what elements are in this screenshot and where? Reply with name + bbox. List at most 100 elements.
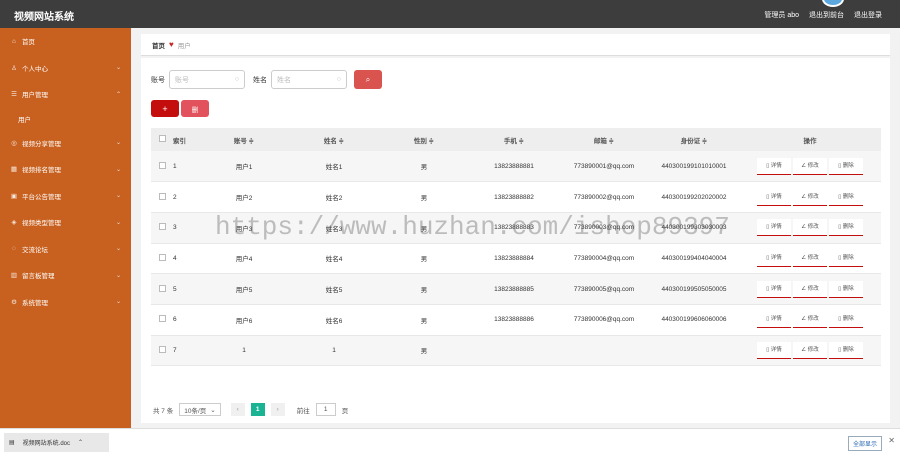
row-checkbox[interactable] <box>158 345 166 353</box>
download-bar: ▤ 视频网站系统.doc ⌃ 全部显示 ✕ <box>0 428 900 455</box>
edit-button[interactable]: ∠ 修改 <box>793 157 827 175</box>
col-phone[interactable]: 手机 ≑ <box>469 128 559 151</box>
sidebar-item-5[interactable]: ▦ 视频排名管理 ⌄ <box>0 156 131 183</box>
avatar[interactable] <box>822 0 844 7</box>
delete-button[interactable]: ▯ 删除 <box>829 157 863 175</box>
cell-name: 1 <box>289 335 379 367</box>
row-select-cell[interactable] <box>151 181 173 213</box>
cell-gender: 男 <box>379 151 469 183</box>
sidebar-item-9[interactable]: ▥ 留言板管理 ⌄ <box>0 262 131 289</box>
chevron-up-icon[interactable]: ⌃ <box>78 439 83 446</box>
sidebar-item-label: 个人中心 <box>22 65 48 73</box>
row-actions: ▯ 详情 ∠ 修改 ▯ 删除 <box>739 151 881 183</box>
edit-label: 修改 <box>807 346 819 353</box>
detail-button[interactable]: ▯ 详情 <box>757 280 791 298</box>
edit-button[interactable]: ∠ 修改 <box>793 188 827 206</box>
download-item[interactable]: ▤ 视频网站系统.doc ⌃ <box>4 433 109 452</box>
account-input[interactable]: 账号 ○ <box>169 70 245 89</box>
col-email[interactable]: 邮箱 ≑ <box>559 128 649 151</box>
sidebar-item-label: 视频类型管理 <box>22 220 61 228</box>
detail-label: 详情 <box>770 316 782 323</box>
row-checkbox[interactable] <box>158 315 166 323</box>
edit-button[interactable]: ∠ 修改 <box>793 280 827 298</box>
chevron-up-icon: ⌃ <box>115 91 121 98</box>
breadcrumb-home[interactable]: 首页 <box>152 40 165 50</box>
row-checkbox[interactable] <box>158 161 166 169</box>
table-row: 7 1 1 男 ▯ 详情 ∠ 修改 ▯ 删除 <box>151 335 881 367</box>
row-checkbox[interactable] <box>158 192 166 200</box>
sidebar-item-2[interactable]: ☰ 用户管理 ⌃ <box>0 81 131 108</box>
sidebar-item-label: 用户 <box>18 116 31 124</box>
row-select-cell[interactable] <box>151 304 173 336</box>
edit-button[interactable]: ∠ 修改 <box>793 219 827 237</box>
detail-button[interactable]: ▯ 详情 <box>757 219 791 237</box>
cell-name: 姓名1 <box>289 151 379 183</box>
breadcrumb: 首页 ♥ 用户 <box>141 34 890 56</box>
sidebar: ⌂ 首页 ♙ 个人中心 ⌄ ☰ 用户管理 ⌃ 用户 ◎ 视频分享管理 ⌄ ▦ 视频排名管理 ⌄ ▣ 平台公告管理… <box>0 28 131 428</box>
sidebar-item-6[interactable]: ▣ 平台公告管理 ⌄ <box>0 183 131 210</box>
select-all-cell[interactable] <box>151 128 173 151</box>
col-gender[interactable]: 性别 ≑ <box>379 128 469 151</box>
batch-delete-button[interactable]: 删 <box>181 100 209 117</box>
user-table: 索引 账号 ≑ 姓名 ≑ 性别 ≑ 手机 ≑ 邮箱 ≑ 身份证 ≑ 操作 1 用户… <box>151 128 881 367</box>
row-checkbox[interactable] <box>158 253 166 261</box>
detail-button[interactable]: ▯ 详情 <box>757 341 791 359</box>
row-select-cell[interactable] <box>151 151 173 183</box>
delete-button[interactable]: ▯ 删除 <box>829 341 863 359</box>
col-idcard[interactable]: 身份证 ≑ <box>649 128 739 151</box>
delete-button[interactable]: ▯ 删除 <box>829 188 863 206</box>
sidebar-item-4[interactable]: ◎ 视频分享管理 ⌄ <box>0 130 131 157</box>
back-to-front-link[interactable]: 退出到前台 <box>809 10 844 20</box>
page-button-current[interactable]: 1 <box>250 403 265 416</box>
detail-button[interactable]: ▯ 详情 <box>757 249 791 267</box>
logout-link[interactable]: 退出登录 <box>854 10 882 20</box>
sidebar-item-7[interactable]: ◈ 视频类型管理 ⌄ <box>0 209 131 236</box>
cell-gender: 男 <box>379 304 469 336</box>
edit-button[interactable]: ∠ 修改 <box>793 341 827 359</box>
tag-icon: ◈ <box>11 219 17 227</box>
row-actions: ▯ 详情 ∠ 修改 ▯ 删除 <box>739 181 881 213</box>
show-all-button[interactable]: 全部显示 <box>847 436 882 451</box>
col-name[interactable]: 姓名 ≑ <box>289 128 379 151</box>
detail-label: 详情 <box>770 254 782 261</box>
edit-label: 修改 <box>807 162 819 169</box>
row-select-cell[interactable] <box>151 243 173 275</box>
cell-email <box>559 335 649 367</box>
goto-label: 前往 <box>296 407 310 415</box>
close-icon[interactable]: ✕ <box>888 436 895 445</box>
row-select-cell[interactable] <box>151 335 173 367</box>
name-input[interactable]: 姓名 ○ <box>271 70 347 89</box>
prev-page-button[interactable]: ‹ <box>230 403 245 416</box>
row-select-cell[interactable] <box>151 273 173 305</box>
sidebar-item-0[interactable]: ⌂ 首页 <box>0 28 131 55</box>
edit-button[interactable]: ∠ 修改 <box>793 249 827 267</box>
delete-button[interactable]: ▯ 删除 <box>829 249 863 267</box>
select-all-checkbox[interactable] <box>158 135 166 142</box>
cell-email: 773890006@qq.com <box>559 304 649 336</box>
detail-button[interactable]: ▯ 详情 <box>757 311 791 329</box>
row-checkbox[interactable] <box>158 284 166 292</box>
page-unit: 页 <box>341 407 349 415</box>
delete-button[interactable]: ▯ 删除 <box>829 311 863 329</box>
delete-button[interactable]: ▯ 删除 <box>829 280 863 298</box>
chevron-down-icon: ⌄ <box>115 193 121 200</box>
col-account[interactable]: 账号 ≑ <box>199 128 289 151</box>
goto-page-input[interactable]: 1 <box>315 403 336 416</box>
edit-button[interactable]: ∠ 修改 <box>793 311 827 329</box>
page-size-select[interactable]: 10条/页 ⌄ <box>179 403 221 416</box>
detail-button[interactable]: ▯ 详情 <box>757 188 791 206</box>
next-page-button[interactable]: › <box>270 403 285 416</box>
cell-idcard: 440300199505050005 <box>649 273 739 305</box>
search-button[interactable]: ⌕ <box>354 70 382 89</box>
sidebar-item-8[interactable]: ◌ 交流论坛 ⌄ <box>0 236 131 263</box>
add-button[interactable]: + <box>151 100 179 117</box>
sidebar-item-3[interactable]: 用户 <box>0 108 131 130</box>
detail-button[interactable]: ▯ 详情 <box>757 157 791 175</box>
sidebar-item-10[interactable]: ⚙ 系统管理 ⌄ <box>0 289 131 316</box>
row-select-cell[interactable] <box>151 212 173 244</box>
delete-button[interactable]: ▯ 删除 <box>829 219 863 237</box>
row-checkbox[interactable] <box>158 223 166 231</box>
sidebar-item-1[interactable]: ♙ 个人中心 ⌄ <box>0 55 131 82</box>
gear-icon: ⚙ <box>11 298 17 306</box>
chevron-down-icon: ⌄ <box>115 140 121 147</box>
